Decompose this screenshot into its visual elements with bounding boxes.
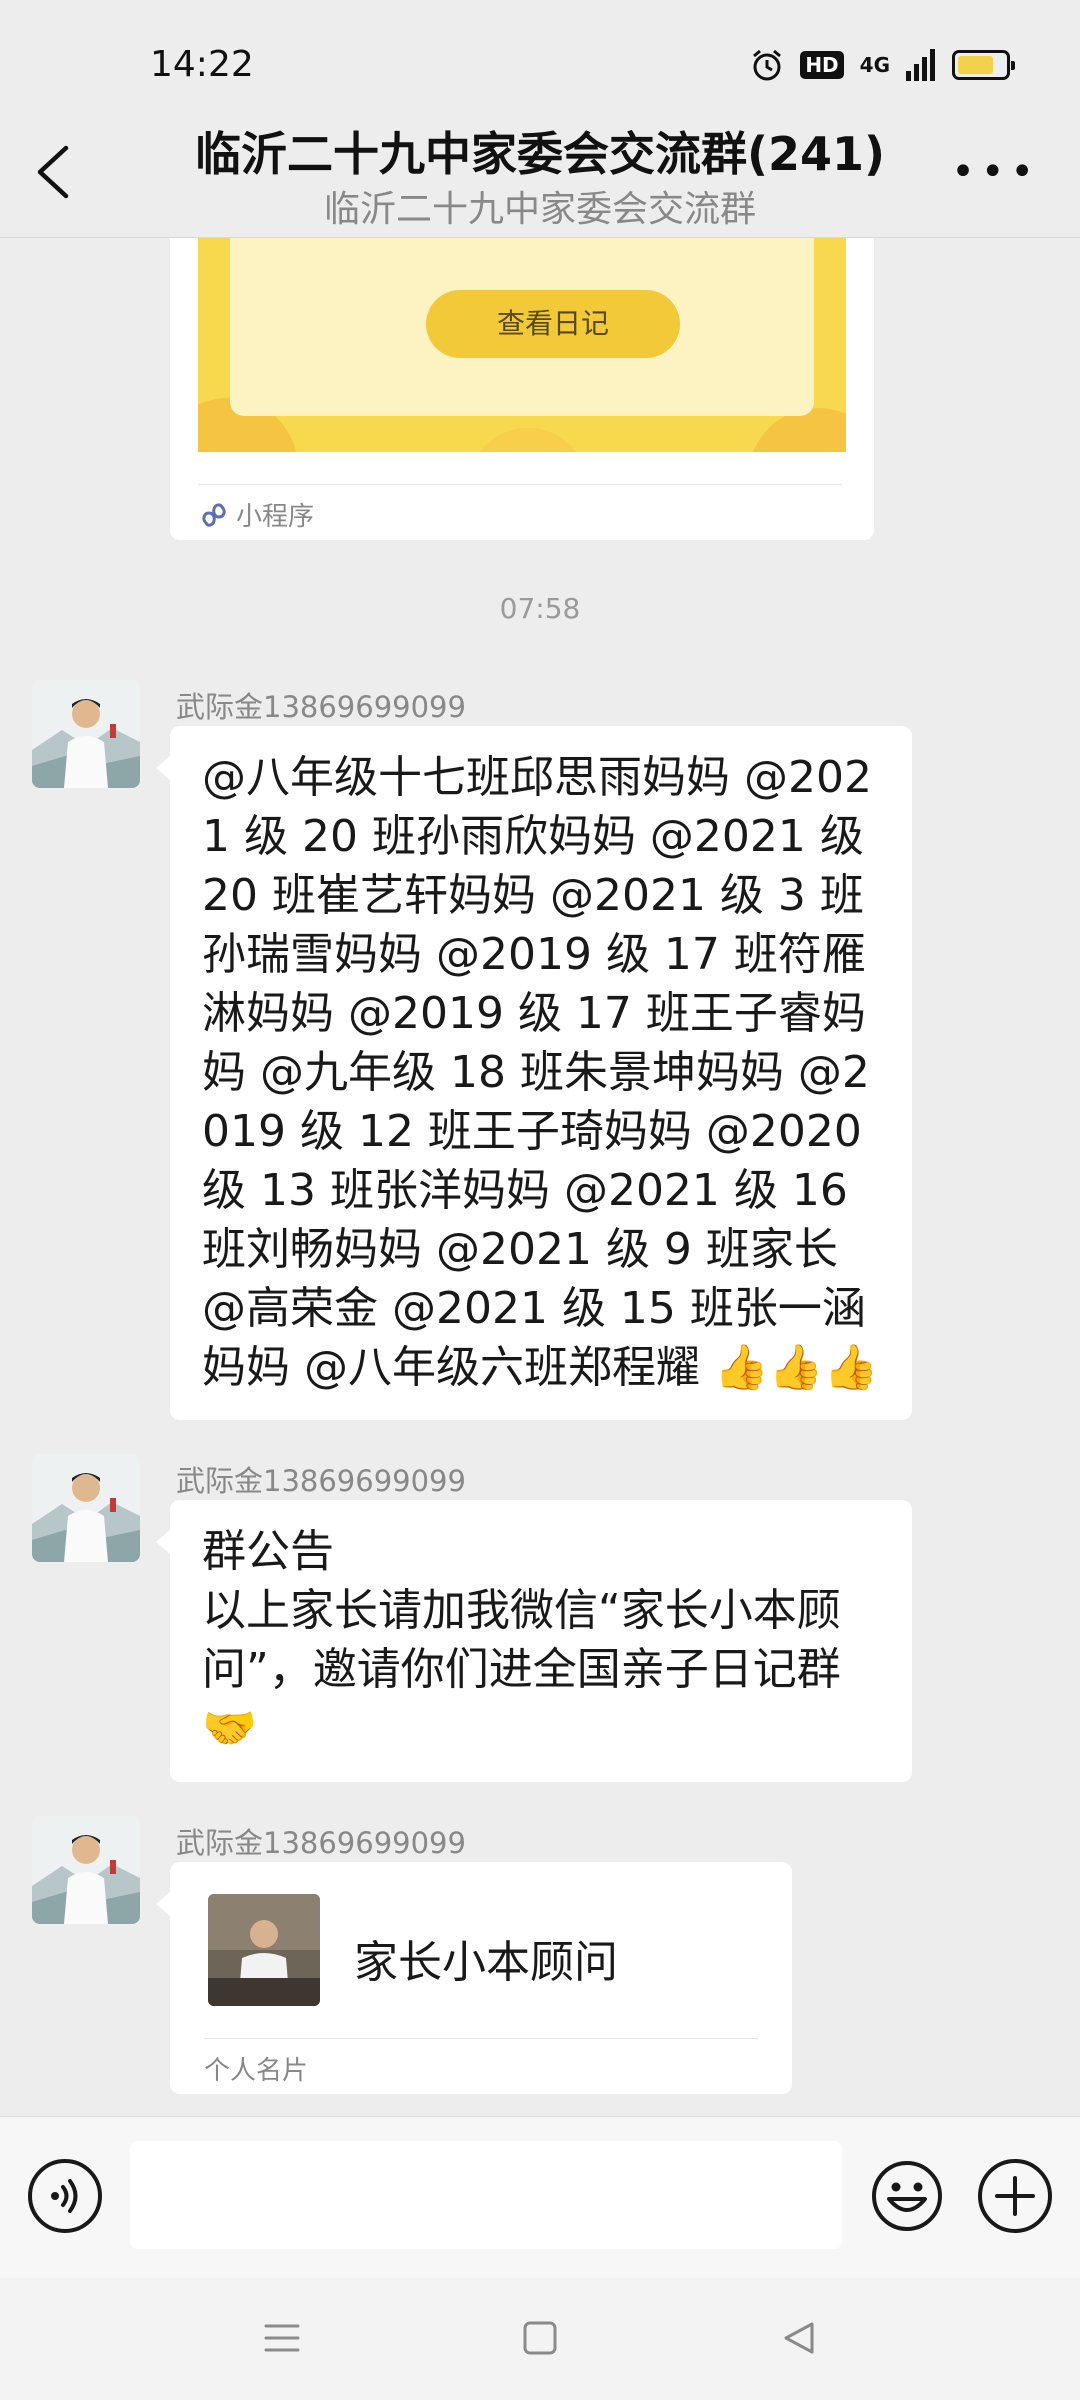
avatar[interactable] <box>32 1454 140 1562</box>
home-icon[interactable] <box>520 2318 560 2358</box>
system-navigation-bar <box>0 2278 1080 2400</box>
avatar[interactable] <box>32 1816 140 1924</box>
avatar[interactable] <box>32 680 140 788</box>
battery-fill <box>958 56 993 74</box>
plus-glyph <box>995 2176 1035 2216</box>
mini-program-card[interactable]: 查看日记 小程序 <box>170 238 874 540</box>
mini-program-footer: 小程序 <box>200 496 314 533</box>
signal-icon <box>906 49 935 81</box>
preview-panel: 查看日记 <box>230 238 814 416</box>
back-triangle-icon[interactable] <box>778 2318 818 2358</box>
chat-header: 临沂二十九中家委会交流群(241) 临沂二十九中家委会交流群 ••• <box>0 110 1080 238</box>
chat-title: 临沂二十九中家委会交流群(241) <box>194 127 886 181</box>
avatar-image <box>32 1454 140 1562</box>
divider <box>204 2038 758 2039</box>
sender-name: 武际金13869699099 <box>176 690 466 724</box>
status-time: 14:22 <box>150 44 254 85</box>
announcement-text: 群公告 以上家长请加我微信“家长小本顾问”，邀请你们进全国亲子日记群🤝 <box>202 1526 841 1754</box>
view-diary-button[interactable]: 查看日记 <box>426 290 680 358</box>
contact-name: 家长小本顾问 <box>354 1937 618 1988</box>
divider <box>198 484 842 485</box>
battery-icon <box>952 50 1015 80</box>
sender-name: 武际金13869699099 <box>176 1464 466 1498</box>
message-timestamp: 07:58 <box>499 592 581 625</box>
chat-subtitle: 临沂二十九中家委会交流群 <box>323 189 756 230</box>
announcement-bubble[interactable]: 群公告 以上家长请加我微信“家长小本顾问”，邀请你们进全国亲子日记群🤝 <box>156 1500 912 1782</box>
menu-icon[interactable] <box>262 2318 302 2358</box>
voice-waves <box>51 2179 78 2213</box>
contact-card[interactable]: 家长小本顾问 个人名片 <box>156 1862 792 2094</box>
more-icon[interactable]: ••• <box>951 152 1040 192</box>
message-text: @八年级十七班邱思雨妈妈 @2021 级 20 班孙雨欣妈妈 @2021 级 2… <box>202 752 879 1393</box>
contact-avatar-image <box>208 1894 320 2006</box>
contact-card-label: 个人名片 <box>204 2056 309 2086</box>
input-bar <box>0 2116 1080 2278</box>
network-label: 4G <box>859 53 890 77</box>
avatar-image <box>32 1816 140 1924</box>
sender-name: 武际金13869699099 <box>176 1826 466 1860</box>
voice-icon[interactable] <box>28 2159 102 2233</box>
status-icons: HD 4G <box>750 48 1015 82</box>
alarm-icon <box>753 49 782 81</box>
message-input[interactable] <box>130 2141 842 2249</box>
hd-badge: HD <box>800 51 844 79</box>
mini-program-icon <box>202 502 226 527</box>
plus-icon[interactable] <box>978 2159 1052 2233</box>
mini-program-label: 小程序 <box>236 502 315 532</box>
contact-avatar <box>208 1894 320 2006</box>
avatar-image <box>32 680 140 788</box>
mini-program-preview: 查看日记 <box>198 238 846 452</box>
message-bubble[interactable]: @八年级十七班邱思雨妈妈 @2021 级 20 班孙雨欣妈妈 @2021 级 2… <box>156 726 912 1420</box>
emoji-icon[interactable] <box>870 2159 944 2233</box>
